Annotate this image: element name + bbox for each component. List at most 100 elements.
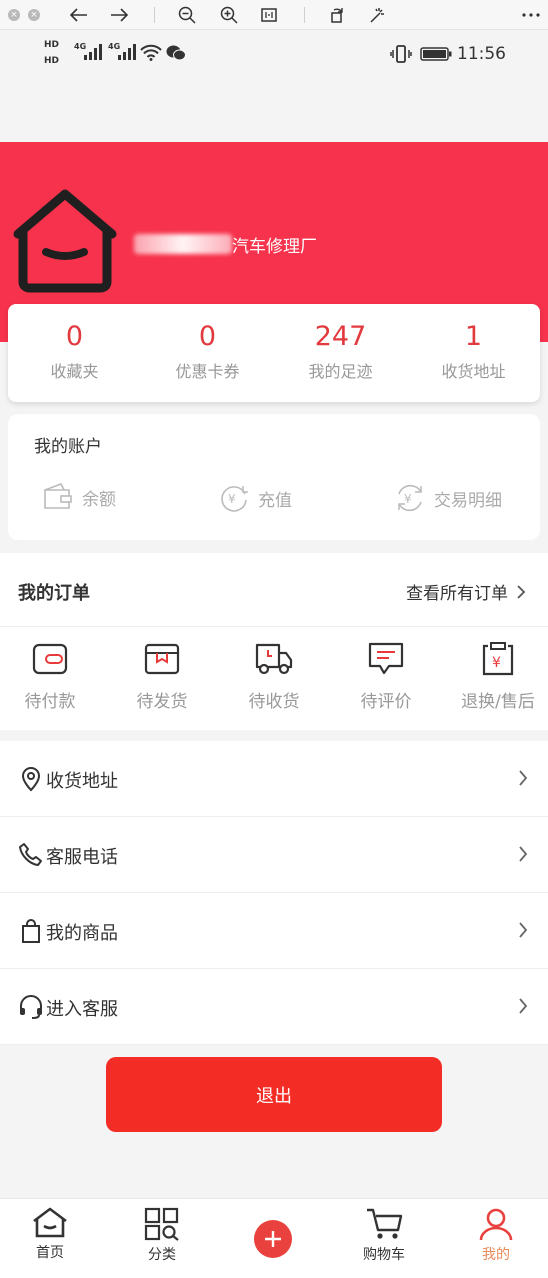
stat-favorites[interactable]: 0 收藏夹 — [8, 304, 141, 402]
signal-icon — [84, 44, 102, 60]
menu-item-label: 收货地址 — [46, 771, 118, 792]
tab-cart[interactable]: 购物车 — [334, 1207, 434, 1264]
toolbar-divider — [304, 7, 305, 23]
hd-badge: HD — [44, 56, 60, 66]
view-all-orders-link[interactable]: 查看所有订单 — [406, 579, 526, 604]
status-bar: HD HD 4G 4G 11:56 — [0, 30, 548, 82]
signal-icon — [118, 44, 136, 60]
recharge-icon: ¥ — [221, 486, 248, 512]
transaction-icon: ¥ — [398, 484, 422, 512]
tab-home[interactable]: 首页 — [0, 1207, 100, 1262]
svg-text:¥: ¥ — [492, 655, 501, 671]
logout-button[interactable]: 退出 — [106, 1057, 442, 1132]
shop-name-redacted — [134, 234, 232, 254]
chevron-right-icon — [519, 922, 528, 938]
menu-item-label: 我的商品 — [46, 923, 118, 944]
orders-title: 我的订单 — [18, 583, 90, 604]
bottom-tab-bar: 首页 分类 购物车 我的 — [0, 1198, 548, 1278]
close-icon[interactable]: × — [28, 8, 40, 21]
order-refund-aftersale[interactable]: ¥ 退换/售后 — [443, 641, 548, 712]
zoom-out-icon[interactable] — [176, 4, 198, 26]
comment-icon — [368, 642, 404, 675]
menu-item-my-products[interactable]: 我的商品 — [0, 893, 548, 969]
fit-page-icon[interactable] — [258, 4, 280, 26]
order-pending-payment[interactable]: 待付款 — [0, 641, 105, 712]
order-label: 待付款 — [24, 692, 76, 712]
menu-list: 收货地址 客服电话 我的商品 进入客服 — [0, 741, 548, 1045]
home-icon — [33, 1207, 67, 1238]
view-all-orders-label: 查看所有订单 — [406, 584, 508, 604]
transactions-button[interactable]: ¥ 交易明细 — [394, 482, 502, 514]
wifi-icon — [140, 44, 162, 61]
truck-icon — [255, 643, 293, 675]
recharge-button[interactable]: ¥ 充值 — [218, 482, 292, 514]
more-icon[interactable] — [520, 4, 542, 26]
stat-value: 1 — [464, 321, 483, 352]
category-icon — [144, 1207, 179, 1241]
order-label: 待收货 — [248, 692, 300, 712]
wallet-icon — [44, 482, 72, 509]
vibrate-icon — [390, 45, 412, 63]
stat-addresses[interactable]: 1 收货地址 — [407, 304, 540, 402]
order-pending-receipt[interactable]: 待收货 — [219, 641, 329, 712]
account-title: 我的账户 — [34, 437, 102, 457]
chevron-right-icon — [517, 584, 526, 599]
avatar[interactable] — [10, 186, 120, 296]
stat-label: 优惠卡券 — [175, 362, 240, 381]
tab-label: 购物车 — [363, 1247, 405, 1263]
stats-card: 0 收藏夹 0 优惠卡券 247 我的足迹 1 收货地址 — [8, 304, 540, 402]
phone-icon — [19, 843, 42, 866]
recharge-label: 充值 — [258, 490, 292, 511]
location-pin-icon — [21, 767, 41, 792]
viewer-toolbar: × × — [0, 0, 548, 30]
stat-coupons[interactable]: 0 优惠卡券 — [141, 304, 274, 402]
order-label: 退换/售后 — [461, 692, 535, 712]
stat-footprints[interactable]: 247 我的足迹 — [274, 304, 407, 402]
forward-arrow-icon[interactable] — [108, 4, 130, 26]
menu-item-label: 进入客服 — [46, 999, 118, 1020]
tab-category[interactable]: 分类 — [112, 1207, 212, 1264]
wechat-icon — [166, 45, 186, 61]
chevron-right-icon — [519, 998, 528, 1014]
magic-wand-icon[interactable] — [366, 4, 388, 26]
order-pending-review[interactable]: 待评价 — [331, 641, 441, 712]
cart-icon — [367, 1208, 403, 1239]
svg-text:¥: ¥ — [228, 492, 236, 506]
package-icon — [144, 643, 180, 675]
tab-label: 首页 — [36, 1245, 64, 1261]
menu-item-address[interactable]: 收货地址 — [0, 741, 548, 817]
clock: 11:56 — [457, 44, 506, 64]
orders-header: 我的订单 查看所有订单 — [0, 553, 548, 627]
stat-label: 收藏夹 — [50, 362, 99, 381]
toolbar-divider — [154, 7, 155, 23]
chevron-right-icon — [519, 770, 528, 786]
tab-label: 我的 — [482, 1247, 510, 1263]
close-icon[interactable]: × — [8, 8, 20, 21]
rotate-icon[interactable] — [326, 4, 348, 26]
zoom-in-icon[interactable] — [218, 4, 240, 26]
svg-text:¥: ¥ — [404, 492, 412, 506]
stat-label: 我的足迹 — [308, 362, 373, 381]
back-arrow-icon[interactable] — [68, 4, 90, 26]
stat-value: 0 — [198, 321, 217, 352]
order-label: 待发货 — [136, 692, 188, 712]
balance-button[interactable]: 余额 — [42, 482, 116, 512]
stat-label: 收货地址 — [441, 362, 506, 381]
order-pending-shipment[interactable]: 待发货 — [107, 641, 217, 712]
header-spacer — [0, 82, 548, 142]
add-button[interactable] — [254, 1220, 292, 1258]
wallet-icon — [32, 643, 68, 675]
tab-mine[interactable]: 我的 — [446, 1207, 546, 1264]
account-card: 我的账户 余额 ¥ 充值 ¥ 交易明细 — [8, 414, 540, 540]
transactions-label: 交易明细 — [434, 490, 502, 511]
headset-icon — [20, 995, 42, 1019]
user-icon — [479, 1208, 513, 1241]
refund-icon: ¥ — [482, 642, 514, 676]
hd-badge: HD — [44, 40, 60, 50]
stat-value: 247 — [314, 321, 367, 352]
battery-icon — [420, 47, 452, 61]
menu-item-customer-service[interactable]: 进入客服 — [0, 969, 548, 1045]
order-label: 待评价 — [360, 692, 412, 712]
stat-value: 0 — [65, 321, 84, 352]
menu-item-service-phone[interactable]: 客服电话 — [0, 817, 548, 893]
